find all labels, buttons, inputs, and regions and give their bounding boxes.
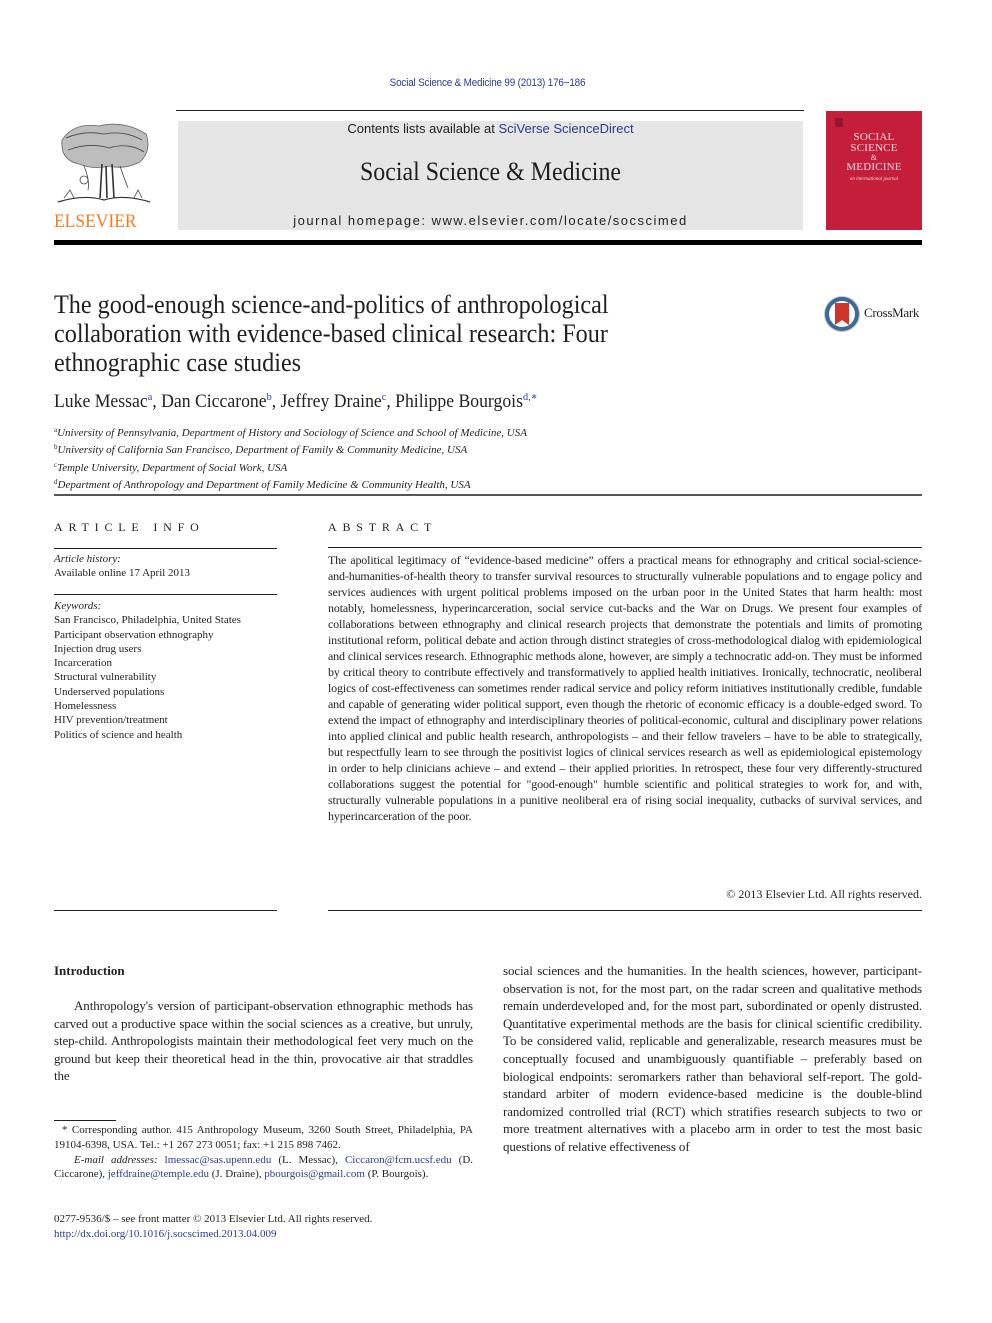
divider bbox=[328, 910, 922, 911]
author-name[interactable]: Jeffrey Draine bbox=[281, 391, 382, 412]
contents-availability-line: Contents lists available at SciVerse Sci… bbox=[178, 121, 803, 137]
keywords: Keywords: San Francisco, Philadelphia, U… bbox=[54, 599, 277, 742]
author-name[interactable]: Luke Messac bbox=[54, 391, 148, 412]
affiliation-list: aUniversity of Pennsylvania, Department … bbox=[54, 423, 674, 492]
body-paragraph: Anthropology's version of participant-ob… bbox=[54, 998, 473, 1084]
keyword-item: Homelessness bbox=[54, 700, 117, 713]
body-paragraph: social sciences and the humanities. In t… bbox=[503, 963, 922, 1154]
header-bottom-rule bbox=[54, 240, 922, 245]
affiliation-item: bUniversity of California San Francisco,… bbox=[54, 440, 674, 457]
keyword-item: HIV prevention/treatment bbox=[54, 714, 168, 727]
footnote-rule bbox=[54, 1120, 116, 1121]
author-affiliation-marker[interactable]: d,∗ bbox=[523, 391, 538, 403]
keyword-item: Participant observation ethnography bbox=[54, 628, 214, 641]
email-owner: (P. Bourgois). bbox=[367, 1168, 429, 1181]
divider bbox=[328, 547, 922, 548]
cover-subtitle: an international journal bbox=[849, 177, 899, 182]
issn-doi-block: 0277-9536/$ – see front matter © 2013 El… bbox=[54, 1212, 473, 1242]
cover-title: SOCIAL SCIENCE & MEDICINE bbox=[826, 132, 922, 173]
sciencedirect-link[interactable]: SciVerse ScienceDirect bbox=[498, 121, 633, 136]
elsevier-wordmark: ELSEVIER bbox=[54, 211, 137, 232]
keyword-item: Structural vulnerability bbox=[54, 671, 157, 684]
cover-publisher-mark-icon bbox=[835, 118, 843, 127]
email-label: E-mail addresses: bbox=[74, 1153, 158, 1166]
abstract-heading: ABSTRACT bbox=[328, 520, 438, 534]
author-affiliation-marker[interactable]: c bbox=[382, 391, 387, 403]
article-history: Article history: Available online 17 Apr… bbox=[54, 552, 277, 581]
abstract-text: The apolitical legitimacy of “evidence-b… bbox=[328, 553, 922, 823]
body-column-left: Anthropology's version of participant-ob… bbox=[54, 997, 473, 1085]
divider bbox=[54, 594, 277, 595]
affiliation-item: aUniversity of Pennsylvania, Department … bbox=[54, 423, 674, 440]
email-link[interactable]: Ciccaron@fcm.ucsf.edu bbox=[345, 1154, 452, 1166]
affiliation-text: University of California San Francisco, … bbox=[57, 444, 468, 457]
journal-cover-thumbnail[interactable]: SOCIAL SCIENCE & MEDICINE an internation… bbox=[826, 111, 922, 230]
article-title: The good-enough science-and-politics of … bbox=[54, 290, 609, 377]
email-link[interactable]: jeffdraine@temple.edu bbox=[108, 1168, 209, 1180]
crossmark-label: CrossMark bbox=[864, 305, 920, 320]
history-value: Available online 17 April 2013 bbox=[54, 567, 191, 580]
section-divider bbox=[54, 494, 922, 496]
elsevier-tree-logo-icon bbox=[54, 120, 154, 210]
keyword-item: Incarceration bbox=[54, 657, 113, 670]
keyword-item: Underserved populations bbox=[54, 685, 165, 698]
issn-line: 0277-9536/$ – see front matter © 2013 El… bbox=[54, 1213, 373, 1225]
section-heading-introduction: Introduction bbox=[54, 963, 125, 978]
keyword-item: Injection drug users bbox=[54, 642, 142, 655]
author-list: Luke Messaca, Dan Ciccaroneb, Jeffrey Dr… bbox=[54, 391, 538, 412]
keyword-item: Politics of science and health bbox=[54, 728, 183, 741]
affiliation-text: University of Pennsylvania, Department o… bbox=[57, 427, 527, 439]
journal-citation-link[interactable]: Social Science & Medicine 99 (2013) 176−… bbox=[49, 77, 927, 89]
contents-prefix: Contents lists available at bbox=[347, 121, 499, 136]
affiliation-text: Temple University, Department of Social … bbox=[57, 461, 288, 474]
crossmark-icon bbox=[824, 296, 860, 332]
article-info-heading: ARTICLE INFO bbox=[54, 520, 205, 534]
email-link[interactable]: pbourgois@gmail.com bbox=[264, 1168, 365, 1180]
author-name[interactable]: Philippe Bourgois bbox=[395, 391, 523, 412]
keywords-label: Keywords: bbox=[54, 600, 102, 612]
crossmark-button[interactable]: CrossMark bbox=[824, 296, 934, 336]
cover-title-line: MEDICINE bbox=[846, 161, 902, 173]
affiliation-item: cTemple University, Department of Social… bbox=[54, 458, 674, 475]
email-owner: (L. Messac), bbox=[278, 1153, 338, 1166]
doi-link[interactable]: http://dx.doi.org/10.1016/j.socscimed.20… bbox=[54, 1228, 277, 1240]
author-affiliation-marker[interactable]: a bbox=[148, 391, 153, 403]
affiliation-text: Department of Anthropology and Departmen… bbox=[57, 478, 471, 491]
footnotes: * Corresponding author. 415 Anthropology… bbox=[54, 1123, 473, 1182]
author-affiliation-marker[interactable]: b bbox=[267, 391, 272, 403]
email-link[interactable]: lmessac@sas.upenn.edu bbox=[165, 1154, 272, 1166]
body-column-right: social sciences and the humanities. In t… bbox=[503, 962, 922, 1156]
corresponding-author-note: * Corresponding author. 415 Anthropology… bbox=[54, 1124, 473, 1151]
keyword-item: San Francisco, Philadelphia, United Stat… bbox=[54, 614, 241, 627]
divider bbox=[54, 548, 277, 549]
author-name[interactable]: Dan Ciccarone bbox=[161, 391, 266, 412]
email-owner: (J. Draine), bbox=[211, 1168, 262, 1181]
divider bbox=[54, 910, 277, 911]
history-label: Article history: bbox=[54, 553, 121, 565]
journal-homepage-link[interactable]: journal homepage: www.elsevier.com/locat… bbox=[178, 213, 803, 228]
email-addresses: E-mail addresses: lmessac@sas.upenn.edu … bbox=[54, 1153, 473, 1183]
affiliation-item: dDepartment of Anthropology and Departme… bbox=[54, 475, 674, 492]
header-top-rule bbox=[176, 110, 804, 111]
journal-title: Social Science & Medicine bbox=[359, 157, 622, 186]
abstract-copyright: © 2013 Elsevier Ltd. All rights reserved… bbox=[726, 887, 922, 901]
